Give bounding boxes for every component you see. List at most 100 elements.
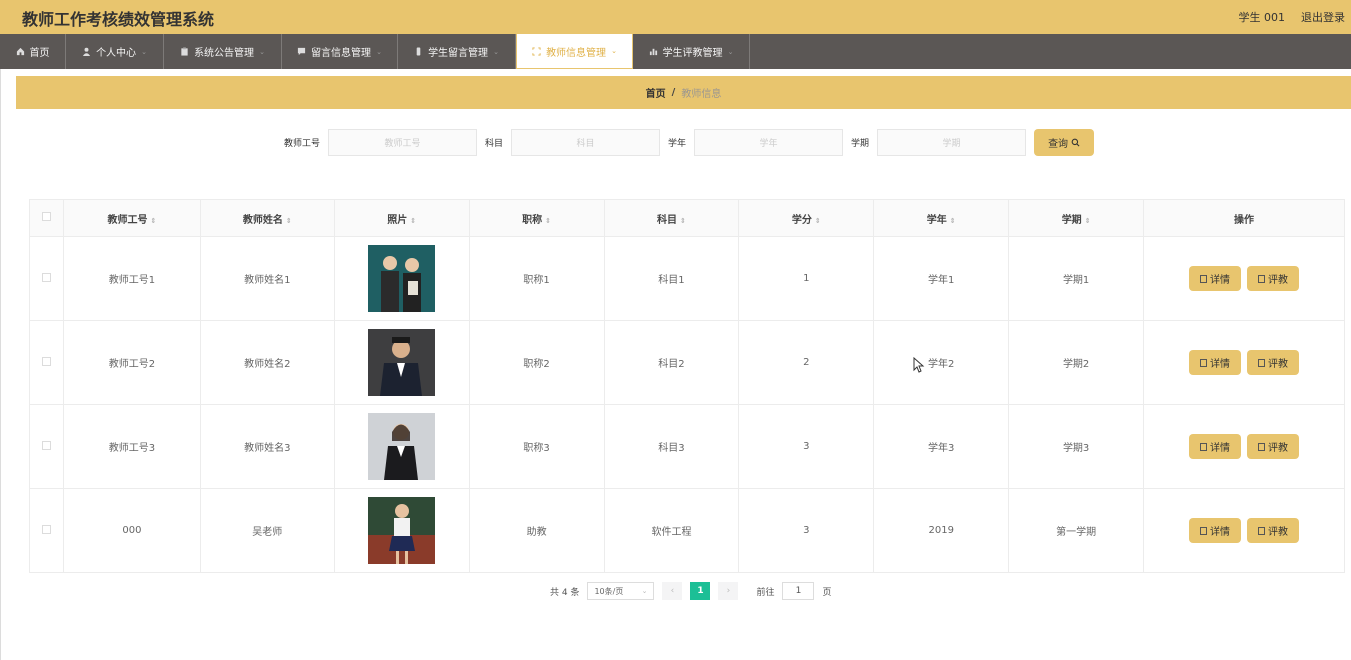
nav-item-announcements[interactable]: 系统公告管理 ⌄ (164, 34, 282, 69)
sort-icon: ⇕ (545, 216, 552, 225)
column-header[interactable]: 照片 ⇕ (333, 199, 470, 237)
nav-item-student-messages[interactable]: 学生留言管理 ⌄ (398, 34, 516, 69)
breadcrumb-current: 教师信息 (681, 89, 722, 100)
evaluate-button[interactable]: 评教 (1247, 350, 1300, 375)
photo-teacher-blackboard[interactable] (368, 497, 436, 564)
frame-icon (532, 46, 541, 56)
nav-item-personal-center[interactable]: 个人中心 ⌄ (66, 34, 164, 69)
query-button[interactable]: 查询 (1034, 129, 1095, 156)
sort-icon: ⇕ (410, 216, 417, 225)
cell-photo (333, 404, 470, 489)
row-select-cell (29, 404, 64, 489)
cell-teacher-name: 教师姓名2 (199, 320, 335, 405)
row-checkbox[interactable] (41, 524, 51, 534)
cell-term: 学期1 (1008, 236, 1145, 321)
table-row: 教师工号3 教师姓名3 职称3 科目3 3 学年3 学期3 详情 评教 (29, 404, 1345, 489)
nav-item-home[interactable]: 首页 (0, 34, 66, 69)
evaluate-label: 评教 (1268, 443, 1289, 454)
evaluate-button[interactable]: 评教 (1247, 434, 1300, 459)
document-icon (1200, 526, 1208, 535)
detail-button[interactable]: 详情 (1189, 350, 1242, 375)
breadcrumb-home[interactable]: 首页 (646, 85, 666, 100)
year-input[interactable]: 学年 (694, 129, 844, 156)
cell-actions: 详情 评教 (1143, 404, 1345, 489)
nav-item-label: 教师信息管理 (546, 47, 607, 59)
evaluate-button[interactable]: 评教 (1247, 518, 1300, 543)
detail-label: 详情 (1210, 359, 1231, 370)
cell-teacher-id: 教师工号1 (62, 236, 201, 321)
row-checkbox[interactable] (41, 440, 51, 450)
column-header[interactable]: 学分 ⇕ (738, 199, 875, 237)
cell-photo (333, 488, 470, 573)
column-header[interactable]: 教师工号 ⇕ (62, 199, 201, 237)
sort-icon: ⇕ (949, 216, 956, 225)
subject-input[interactable]: 科目 (511, 129, 661, 156)
teacher-id-input[interactable]: 教师工号 (328, 129, 478, 156)
column-header[interactable]: 科目 ⇕ (603, 199, 740, 237)
photo-male-teacher[interactable] (368, 329, 436, 396)
photo-two-teachers[interactable] (368, 245, 436, 312)
cell-title: 职称1 (468, 236, 605, 321)
nav-item-teacher-info[interactable]: 教师信息管理 ⌄ (516, 34, 633, 69)
sort-icon: ⇕ (814, 216, 821, 225)
column-header[interactable]: 学年 ⇕ (873, 199, 1010, 237)
term-input[interactable]: 学期 (877, 129, 1027, 156)
search-label-subject: 科目 (485, 139, 504, 149)
page-number-current[interactable]: 1 (690, 582, 711, 600)
phone-icon (416, 47, 421, 56)
document-icon (1258, 358, 1266, 367)
cell-term: 第一学期 (1008, 488, 1145, 573)
nav-item-messages[interactable]: 留言信息管理 ⌄ (282, 34, 398, 69)
page-unit-label: 页 (822, 587, 832, 598)
row-checkbox[interactable] (41, 356, 51, 366)
detail-button[interactable]: 详情 (1189, 518, 1242, 543)
cell-photo (333, 236, 470, 321)
cell-teacher-id: 000 (62, 488, 201, 573)
home-icon (16, 47, 24, 56)
clipboard-icon (181, 47, 188, 56)
evaluate-label: 评教 (1268, 359, 1289, 370)
nav-item-student-evaluation[interactable]: 学生评教管理 ⌄ (633, 34, 750, 69)
nav-item-label: 留言信息管理 (311, 48, 372, 59)
nav-item-label: 首页 (29, 48, 50, 59)
nav-item-label: 系统公告管理 (194, 48, 255, 59)
document-icon (1200, 442, 1208, 451)
row-checkbox[interactable] (41, 272, 51, 282)
goto-label: 前往 (756, 587, 775, 598)
search-label-year: 学年 (668, 139, 687, 149)
app-title: 教师工作考核绩效管理系统 (22, 10, 215, 29)
cell-actions: 详情 评教 (1143, 320, 1345, 405)
select-all-checkbox[interactable] (41, 212, 51, 221)
column-header[interactable]: 教师姓名 ⇕ (199, 199, 335, 237)
cell-term: 学期2 (1008, 320, 1145, 405)
column-header[interactable]: 职称 ⇕ (468, 199, 605, 237)
breadcrumb: 首页 / 教师信息 (16, 76, 1351, 109)
cell-term: 学期3 (1008, 404, 1145, 489)
table-row: 000 吴老师 助教 软件工程 3 2019 第一学期 详情 评教 (29, 488, 1345, 573)
next-page-button[interactable]: › (718, 582, 739, 600)
goto-page-input[interactable]: 1 (782, 582, 815, 600)
detail-label: 详情 (1210, 443, 1231, 454)
search-label-term: 学期 (851, 139, 870, 149)
sort-icon: ⇕ (285, 216, 292, 225)
nav-item-label: 学生评教管理 (662, 48, 723, 59)
document-icon (1258, 526, 1266, 535)
detail-label: 详情 (1210, 275, 1231, 286)
page-size-value: 10条/页 (594, 586, 624, 596)
evaluate-button[interactable]: 评教 (1247, 266, 1300, 291)
photo-female-teacher[interactable] (368, 413, 436, 480)
prev-page-button[interactable]: ‹ (662, 582, 683, 600)
cell-credit: 1 (738, 236, 875, 321)
chevron-down-icon: ⌄ (141, 47, 147, 56)
column-header[interactable]: 学期 ⇕ (1008, 199, 1145, 237)
page-size-select[interactable]: 10条/页 ⌄ (587, 582, 655, 600)
cell-actions: 详情 评教 (1143, 488, 1345, 573)
cell-teacher-id: 教师工号2 (62, 320, 201, 405)
search-form: 教师工号 教师工号 科目 科目 学年 学年 学期 学期 查询 (284, 129, 1095, 156)
search-label-teacher-id: 教师工号 (284, 139, 321, 149)
user-label[interactable]: 学生 001 (1239, 9, 1286, 25)
logout-link[interactable]: 退出登录 (1301, 9, 1345, 25)
detail-button[interactable]: 详情 (1189, 434, 1242, 459)
total-count: 共 4 条 (550, 587, 580, 598)
detail-button[interactable]: 详情 (1189, 266, 1242, 291)
